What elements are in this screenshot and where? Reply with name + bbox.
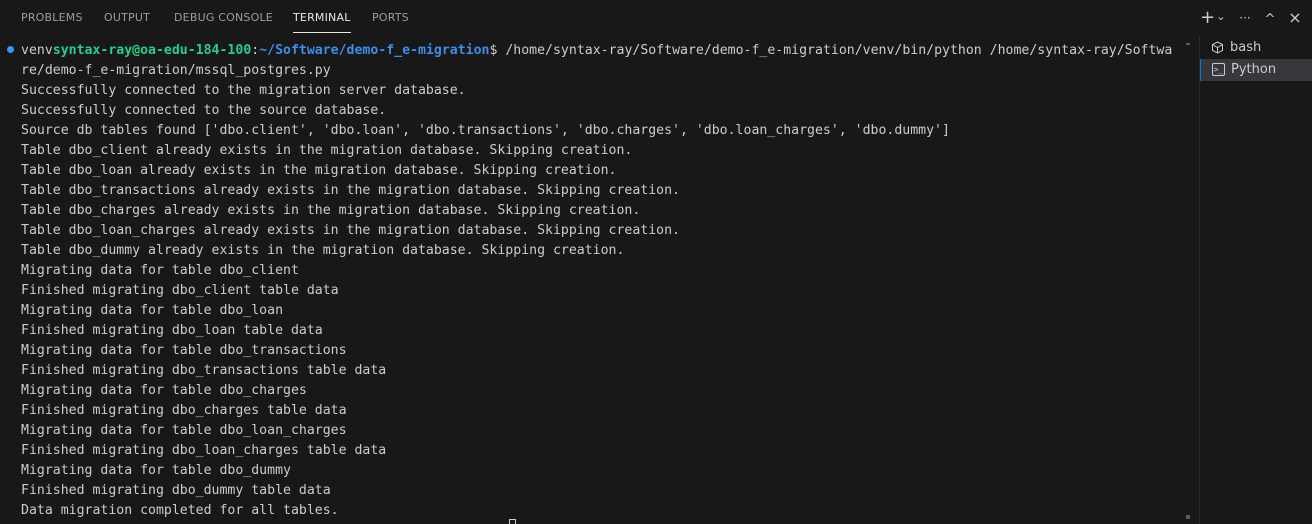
scrollbar-bottom-marker [1186,515,1190,519]
terminal-output-line: Table dbo_loan already exists in the mig… [21,163,617,178]
prompt-path: ~/Software/demo-f_e-migration [259,43,490,58]
close-panel-icon[interactable]: × [1287,9,1303,27]
terminal-tab-bash[interactable]: bash [1200,37,1312,59]
prompt-command: /home/syntax-ray/Software/demo-f_e-migra… [505,43,1173,58]
terminal-output-line: Data migration completed for all tables. [21,503,339,518]
terminal-output-line: re/demo-f_e-migration/mssql_postgres.py [21,63,331,78]
terminal-bash-icon [1211,41,1224,54]
prompt-user-host: syntax-ray@oa-edu-184-100 [52,43,252,58]
command-decoration-dot-icon[interactable] [7,46,14,53]
terminal-scrollbar[interactable] [1186,40,1191,524]
terminal-tab-label: Python [1231,62,1277,77]
terminal-output-line: Finished migrating dbo_transactions tabl… [21,363,387,378]
tab-problems[interactable]: PROBLEMS [21,11,83,29]
terminal-output-line: Source db tables found ['dbo.client', 'd… [21,123,950,138]
prompt-line: venvsyntax-ray@oa-edu-184-100:~/Software… [21,41,1172,61]
prompt-venv: venv [21,43,53,58]
new-terminal-icon[interactable]: + [1200,9,1215,27]
terminal-tabs-divider[interactable] [1199,36,1200,524]
terminal-output-line: Migrating data for table dbo_client [21,263,299,278]
tab-output[interactable]: OUTPUT [104,11,150,29]
terminal-output-line: Finished migrating dbo_dummy table data [21,483,331,498]
panel-header: PROBLEMS OUTPUT DEBUG CONSOLE TERMINAL P… [0,0,1312,36]
maximize-panel-chevron-up-icon[interactable]: ^ [1262,11,1278,29]
terminal-output-line: Finished migrating dbo_loan_charges tabl… [21,443,387,458]
terminal-output-line: Migrating data for table dbo_loan [21,303,284,318]
terminal-output-line: Finished migrating dbo_charges table dat… [21,403,347,418]
terminal-output-line: Migrating data for table dbo_transaction… [21,343,347,358]
mouse-cursor [509,519,516,524]
terminal-output-line: Table dbo_loan_charges already exists in… [21,223,680,238]
terminal-output-line: Finished migrating dbo_client table data [21,283,339,298]
terminal-output-line: Successfully connected to the migration … [21,83,466,98]
terminal-output-line: Table dbo_transactions already exists in… [21,183,680,198]
tab-terminal[interactable]: TERMINAL [293,11,351,33]
terminal-output-line: Migrating data for table dbo_loan_charge… [21,423,347,438]
scrollbar-top-marker [1186,43,1190,45]
terminal-output-line: Table dbo_charges already exists in the … [21,203,641,218]
terminal-tab-python[interactable]: >_ Python [1200,59,1312,81]
terminal-output-line: Table dbo_client already exists in the m… [21,143,633,158]
prompt-symbol: $ [489,43,506,58]
terminal-output-line: Table dbo_dummy already exists in the mi… [21,243,625,258]
terminal-python-icon: >_ [1212,63,1225,76]
terminal-output-line: Migrating data for table dbo_dummy [21,463,291,478]
more-actions-icon[interactable]: ··· [1235,9,1255,27]
terminal-output-line: Finished migrating dbo_loan table data [21,323,323,338]
tab-debug-console[interactable]: DEBUG CONSOLE [174,11,273,29]
terminal-tab-label: bash [1230,40,1262,55]
terminal-output-line: Migrating data for table dbo_charges [21,383,307,398]
tab-ports[interactable]: PORTS [372,11,409,29]
terminal-output-line: Successfully connected to the source dat… [21,103,387,118]
launch-profile-chevron-down-icon[interactable]: ⌄ [1215,8,1227,26]
